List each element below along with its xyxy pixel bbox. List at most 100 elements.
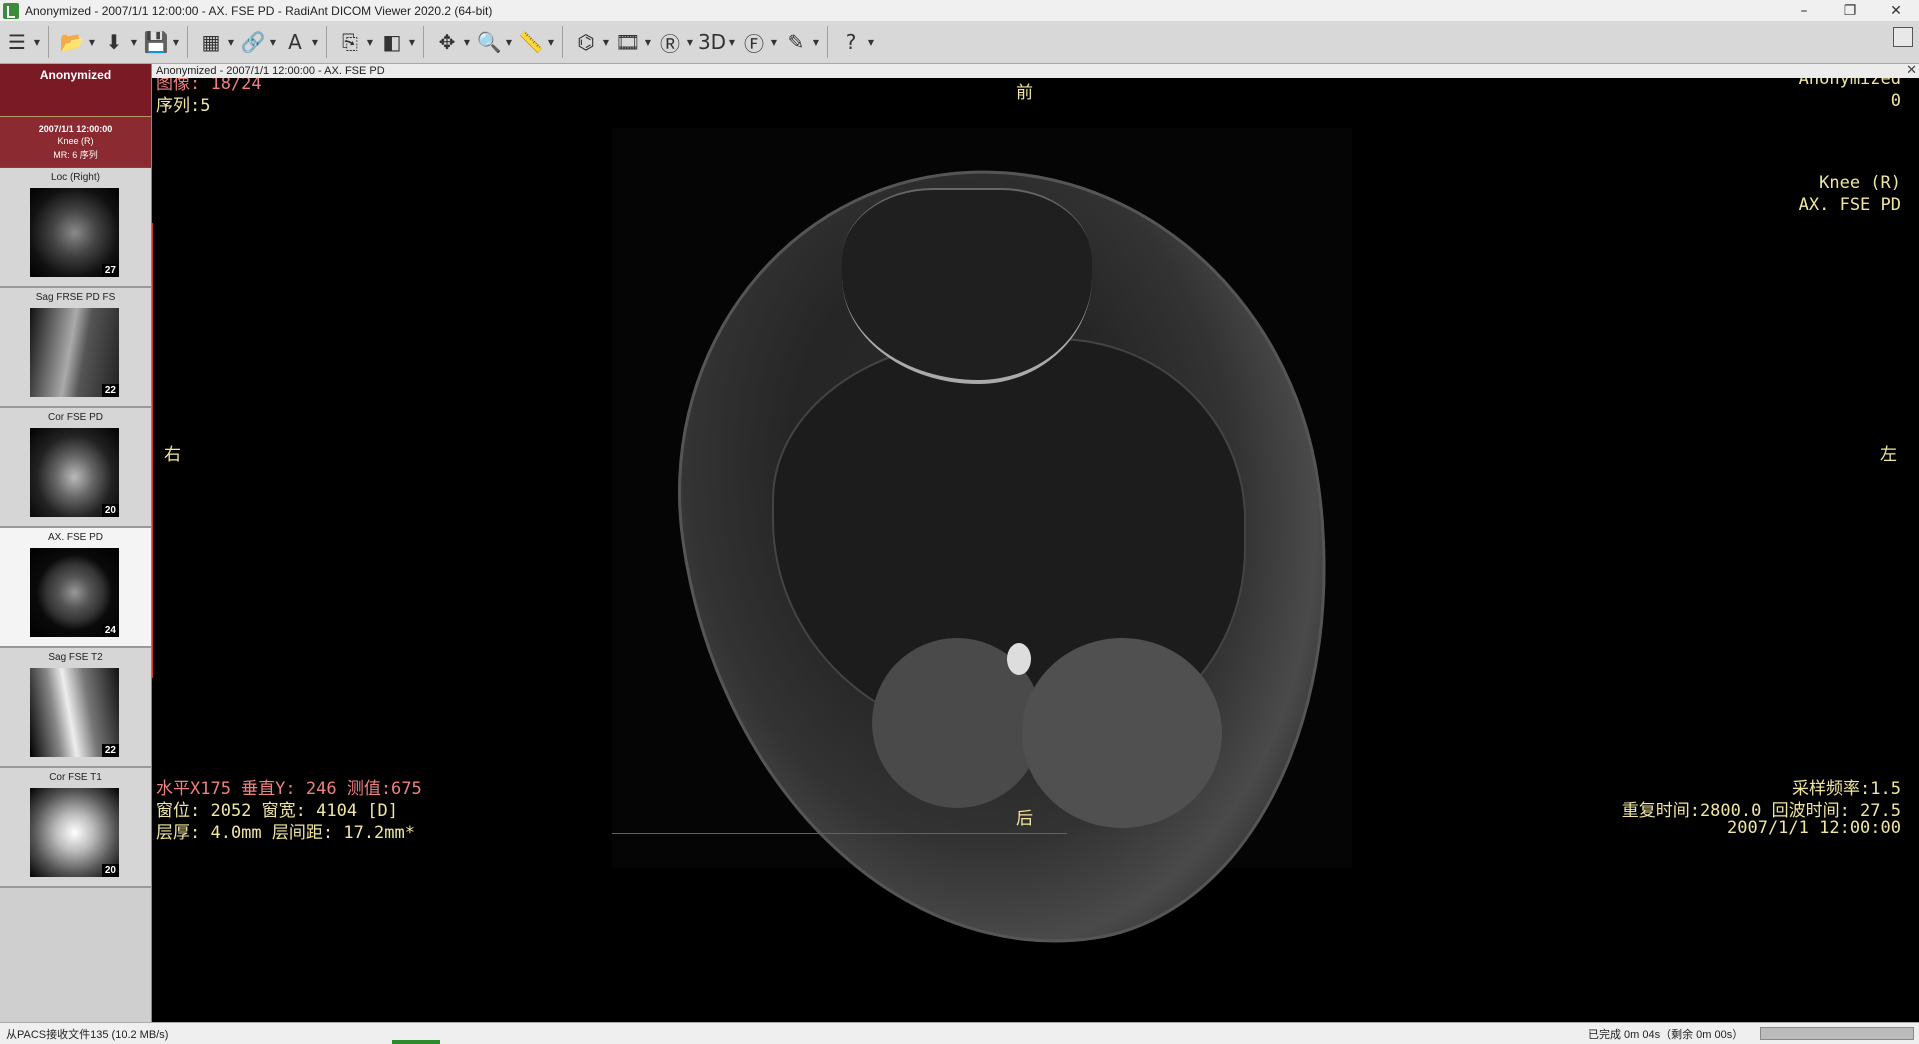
dropdown-arrow-icon[interactable]: ▼ [171,27,181,57]
horizontal-scale-ruler [612,829,1067,834]
download-button[interactable]: ⬇ ▼ [99,25,139,59]
viewer-close-icon[interactable]: ✕ [1906,62,1917,78]
link-icon: 🔗 [240,30,266,54]
toolbar-separator [187,26,188,58]
series-item[interactable]: Sag FRSE PD FS 22 [0,288,151,408]
dropdown-arrow-icon[interactable]: ▼ [32,27,42,57]
dropdown-arrow-icon[interactable]: ▼ [866,27,876,57]
dropdown-arrow-icon[interactable]: ▼ [310,27,320,57]
orientation-right: 右 [164,445,181,465]
series-thumbnail[interactable]: 22 [30,308,119,397]
series-thumbnail[interactable]: 20 [30,788,119,877]
cine-button[interactable]: 🎞 ▼ [613,25,653,59]
annotation-text-icon: A [288,30,302,54]
window-level-button[interactable]: ◧ ▼ [377,25,417,59]
dropdown-arrow-icon[interactable]: ▼ [87,27,97,57]
series-item[interactable]: AX. FSE PD 24 [0,528,151,648]
dropdown-arrow-icon[interactable]: ▼ [769,27,779,57]
series-item[interactable]: Sag FSE T2 22 [0,648,151,768]
fusion-icon: Ⓕ [744,31,764,56]
pan-button[interactable]: ✥ ▼ [432,25,472,59]
series-item[interactable]: Cor FSE PD 20 [0,408,151,528]
dropdown-arrow-icon[interactable]: ▼ [643,27,653,57]
dropdown-arrow-icon[interactable]: ▼ [365,27,375,57]
series-label: AX. FSE PD [47,532,103,543]
window-title: Anonymized - 2007/1/1 12:00:00 - AX. FSE… [25,3,493,18]
dropdown-arrow-icon[interactable]: ▼ [407,27,417,57]
export-icon: ✎ [787,30,805,54]
viewer-header: Anonymized - 2007/1/1 12:00:00 - AX. FSE… [152,62,1919,78]
progress-bar [1760,1027,1914,1040]
help-button[interactable]: ? ▼ [836,25,876,59]
orientation-left: 左 [1880,445,1897,465]
layout-grid-icon: ▦ [201,30,221,54]
series-thumbnail[interactable]: 24 [30,548,119,637]
mpr-icon: ⌬ [577,30,595,54]
dropdown-arrow-icon[interactable]: ▼ [129,27,139,57]
series-sidebar: Anonymized 2007/1/1 12:00:00 Knee (R) MR… [0,64,152,1022]
layout-grid-button[interactable]: ▦ ▼ [196,25,236,59]
series-thumbnail[interactable]: 20 [30,428,119,517]
copy-button[interactable]: ⎘ ▼ [335,25,375,59]
measure-button[interactable]: 📏 ▼ [516,25,556,59]
3d-button[interactable]: 3D ▼ [697,25,737,59]
dropdown-arrow-icon[interactable]: ▼ [504,27,514,57]
overlay-patient-id: 0 [1890,91,1901,111]
dropdown-arrow-icon[interactable]: ▼ [546,27,556,57]
study-datetime: 2007/1/1 12:00:00 [38,123,113,134]
orientation-anterior: 前 [1016,83,1033,103]
annotation-text-button[interactable]: A ▼ [280,25,320,59]
dropdown-arrow-icon[interactable]: ▼ [462,27,472,57]
image-viewport[interactable]: 图像: 18/24 序列:5 前 Anonymized 0 Knee (R) A… [152,78,1919,1022]
series-thumbnail[interactable]: 22 [30,668,119,757]
status-indicator [392,1040,440,1044]
series-item[interactable]: Cor FSE T1 20 [0,768,151,888]
series-image-count: 22 [101,384,119,397]
study-info[interactable]: 2007/1/1 12:00:00 Knee (R) MR: 6 序列 [0,116,151,168]
dropdown-arrow-icon[interactable]: ▼ [268,27,278,57]
open-folder-button[interactable]: 📂 ▼ [57,25,97,59]
menu-button[interactable]: ☰ ▼ [2,25,42,59]
copy-icon: ⎘ [342,30,358,54]
open-folder-icon: 📂 [59,30,85,54]
fusion-button[interactable]: Ⓕ ▼ [739,25,779,59]
pan-icon: ✥ [438,30,456,54]
overlay-acquisition-datetime: 2007/1/1 12:00:00 [1727,818,1901,838]
series-image-count: 24 [101,624,119,637]
dropdown-arrow-icon[interactable]: ▼ [226,27,236,57]
window-level-icon: ◧ [382,30,402,54]
minimize-button[interactable]: – [1781,0,1827,21]
fullscreen-icon[interactable] [1893,27,1913,47]
volume-render-button[interactable]: Ⓡ ▼ [655,25,695,59]
close-button[interactable]: ✕ [1873,0,1919,21]
series-thumbnail[interactable]: 27 [30,188,119,277]
measure-icon: 📏 [518,30,544,54]
dropdown-arrow-icon[interactable]: ▼ [601,27,611,57]
study-bodypart: Knee (R) [57,135,94,146]
toolbar-separator [562,26,563,58]
title-bar: Anonymized - 2007/1/1 12:00:00 - AX. FSE… [0,0,1919,21]
zoom-icon: 🔍 [476,30,502,54]
series-label: Cor FSE PD [47,412,103,423]
help-icon: ? [845,30,857,54]
toolbar-separator [48,26,49,58]
dropdown-arrow-icon[interactable]: ▼ [685,27,695,57]
export-button[interactable]: ✎ ▼ [781,25,821,59]
series-item[interactable]: Loc (Right) 27 [0,168,151,288]
orientation-posterior: 后 [1016,809,1033,829]
overlay-patient-name: Anonymized [1798,78,1901,89]
mpr-button[interactable]: ⌬ ▼ [571,25,611,59]
patient-name[interactable]: Anonymized [0,64,151,116]
dropdown-arrow-icon[interactable]: ▼ [811,27,821,57]
toolbar-separator [326,26,327,58]
window-controls: – ❐ ✕ [1781,0,1919,21]
series-image-count: 20 [101,864,119,877]
save-button[interactable]: 💾 ▼ [141,25,181,59]
menu-icon: ☰ [8,30,26,54]
volume-render-icon: Ⓡ [660,31,680,56]
zoom-button[interactable]: 🔍 ▼ [474,25,514,59]
restore-button[interactable]: ❐ [1827,0,1873,21]
dropdown-arrow-icon[interactable]: ▼ [727,27,737,57]
link-button[interactable]: 🔗 ▼ [238,25,278,59]
status-transfer-text: 从PACS接收文件135 (10.2 MB/s) [6,1029,169,1041]
